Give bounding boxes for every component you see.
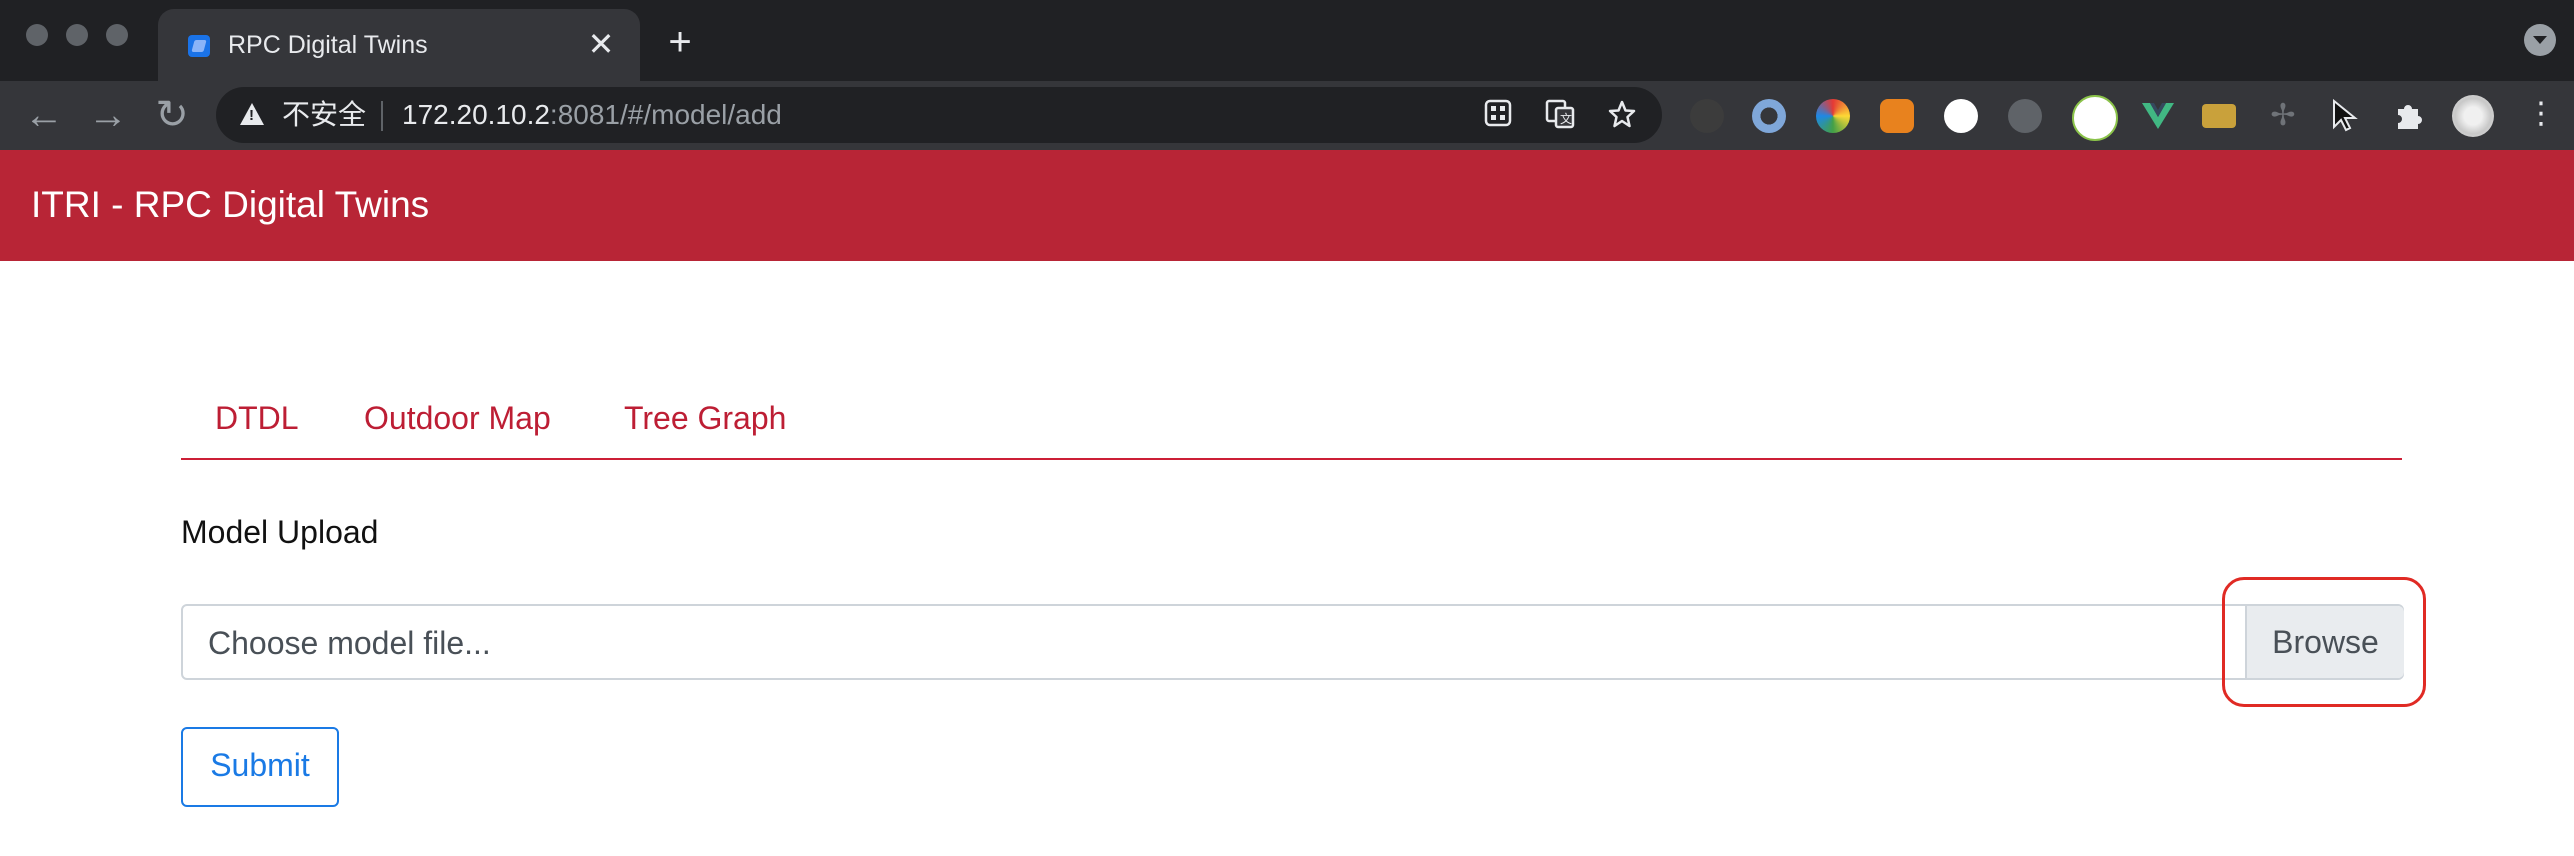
window-minimize-dot[interactable]: [66, 24, 88, 46]
tab-tree-graph[interactable]: Tree Graph: [624, 392, 786, 446]
tab-close-icon[interactable]: ✕: [584, 27, 618, 61]
address-bar[interactable]: 不安全 172.20.10.2:8081/#/model/add 文: [216, 87, 1662, 143]
svg-text:文: 文: [1560, 111, 1572, 126]
puzzle-extensions-icon[interactable]: [2392, 99, 2426, 133]
more-menu-icon[interactable]: ⋮: [2524, 99, 2558, 133]
tab-outdoor-map[interactable]: Outdoor Map: [364, 392, 551, 446]
tab-search-icon[interactable]: [2524, 24, 2556, 56]
qr-code-icon[interactable]: [1482, 99, 1514, 131]
extension-move-icon[interactable]: ✢: [2266, 99, 2300, 133]
window-close-dot[interactable]: [26, 24, 48, 46]
url-text[interactable]: 172.20.10.2:8081/#/model/add: [402, 99, 782, 131]
extension-sync-icon[interactable]: [2008, 99, 2042, 133]
extension-color-wheel-icon[interactable]: [1816, 99, 1850, 133]
browser-tab[interactable]: RPC Digital Twins ✕: [158, 9, 640, 81]
file-input-placeholder: Choose model file...: [208, 625, 491, 661]
url-host: 172.20.10.2: [402, 99, 550, 130]
bookmark-star-icon[interactable]: [1606, 99, 1638, 131]
profile-avatar-icon[interactable]: [2452, 95, 2494, 137]
extension-json-icon[interactable]: [1944, 99, 1978, 133]
browser-tab-strip: RPC Digital Twins ✕ +: [0, 0, 2574, 81]
new-tab-icon[interactable]: +: [660, 22, 700, 64]
warning-icon[interactable]: [240, 103, 264, 125]
omnibox-divider: [381, 101, 383, 131]
cursor-icon[interactable]: [2330, 98, 2364, 133]
tab-dtdl[interactable]: DTDL: [215, 392, 299, 446]
submit-button[interactable]: Submit: [181, 727, 339, 807]
reload-icon[interactable]: ↻: [148, 91, 196, 139]
browser-toolbar: ← → ↻ 不安全 172.20.10.2:8081/#/model/add 文…: [0, 81, 2574, 150]
favicon-icon: [188, 35, 210, 57]
metamask-fox-icon[interactable]: [1880, 99, 1914, 133]
extension-image-icon[interactable]: [2202, 104, 2236, 128]
model-file-input[interactable]: Choose model file... Browse: [181, 604, 2404, 680]
nav-tabs: DTDL Outdoor Map Tree Graph: [181, 392, 2402, 460]
window-zoom-dot[interactable]: [106, 24, 128, 46]
translate-icon[interactable]: 文: [1544, 99, 1576, 131]
back-icon[interactable]: ←: [20, 91, 68, 139]
url-path: :8081/#/model/add: [549, 99, 782, 130]
extension-green-doc-icon[interactable]: [2072, 95, 2118, 141]
tab-title: RPC Digital Twins: [228, 31, 428, 59]
forward-icon[interactable]: →: [84, 91, 132, 139]
extension-dark-icon[interactable]: [1690, 99, 1724, 133]
browse-highlight-annotation: [2222, 577, 2426, 707]
extension-blue-circle-icon[interactable]: [1752, 99, 1786, 133]
security-label[interactable]: 不安全: [282, 99, 366, 131]
model-upload-label: Model Upload: [181, 514, 379, 550]
vue-devtools-icon[interactable]: [2140, 99, 2176, 133]
app-header: ITRI - RPC Digital Twins: [0, 150, 2574, 261]
app-title: ITRI - RPC Digital Twins: [31, 184, 430, 225]
